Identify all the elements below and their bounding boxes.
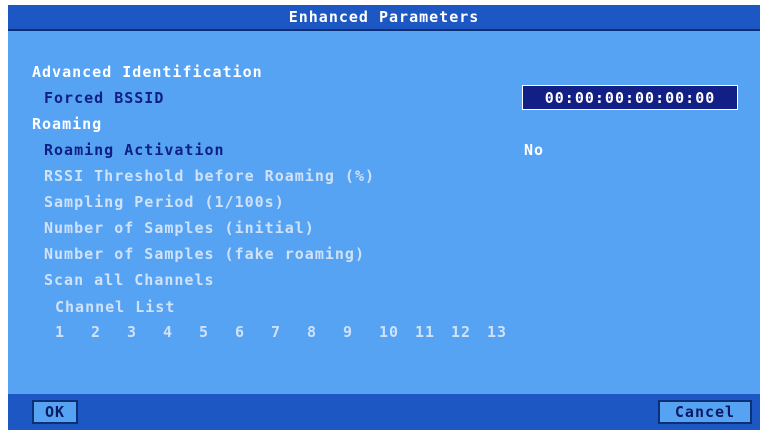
channel-item: 3: [127, 323, 138, 341]
samples-fake-roaming-label: Number of Samples (fake roaming): [44, 245, 365, 263]
dialog-footer: [8, 394, 760, 430]
channel-list-label: Channel List: [55, 298, 176, 316]
channel-item: 10: [379, 323, 400, 341]
channel-item: 1: [55, 323, 66, 341]
sampling-period-label: Sampling Period (1/100s): [44, 193, 285, 211]
channel-item: 8: [307, 323, 318, 341]
channel-item: 4: [163, 323, 174, 341]
section-roaming: Roaming: [32, 115, 103, 133]
ok-button[interactable]: OK: [32, 400, 78, 424]
scan-all-channels-label: Scan all Channels: [44, 271, 215, 289]
channel-item: 7: [271, 323, 282, 341]
dialog-title: Enhanced Parameters: [8, 5, 760, 31]
forced-bssid-label: Forced BSSID: [44, 89, 165, 107]
channel-item: 9: [343, 323, 354, 341]
channel-item: 2: [91, 323, 102, 341]
channel-item: 13: [487, 323, 508, 341]
channel-item: 5: [199, 323, 210, 341]
channel-item: 6: [235, 323, 246, 341]
roaming-activation-select[interactable]: No: [524, 139, 544, 161]
forced-bssid-input[interactable]: 00:00:00:00:00:00: [522, 85, 738, 110]
enhanced-parameters-dialog: Enhanced Parameters Advanced Identificat…: [8, 5, 760, 430]
samples-initial-label: Number of Samples (initial): [44, 219, 315, 237]
section-advanced-identification: Advanced Identification: [32, 63, 263, 81]
channel-item: 11: [415, 323, 436, 341]
roaming-activation-label: Roaming Activation: [44, 141, 225, 159]
channel-item: 12: [451, 323, 472, 341]
channel-list: 1 2 3 4 5 6 7 8 9 10 11 12 13: [55, 323, 523, 341]
rssi-threshold-label: RSSI Threshold before Roaming (%): [44, 167, 376, 185]
cancel-button[interactable]: Cancel: [658, 400, 752, 424]
